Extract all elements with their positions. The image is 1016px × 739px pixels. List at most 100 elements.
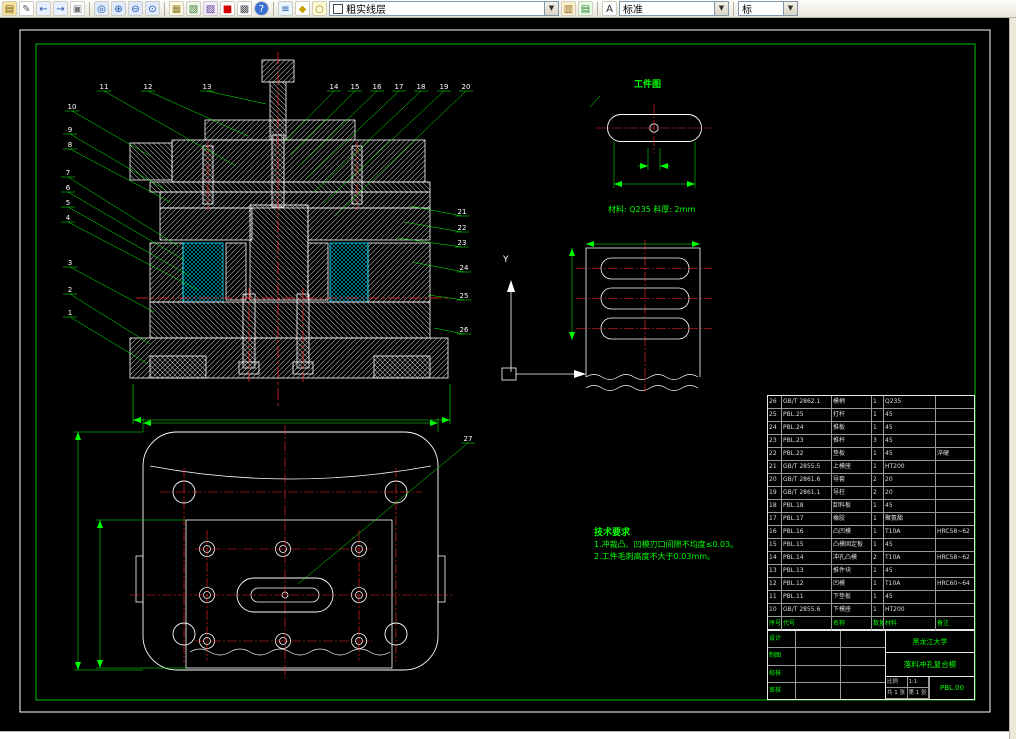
balloon-number-9: 9 — [68, 126, 72, 134]
parts-list-cell: HRC58~62 — [936, 526, 974, 538]
parts-list-cell: 2 — [872, 487, 884, 499]
balloon-number-10: 10 — [68, 103, 77, 111]
parts-list-cell: 45 — [884, 448, 936, 460]
parts-list-cell: 45 — [884, 539, 936, 551]
balloon-number-2: 2 — [68, 286, 72, 294]
parts-list-row: 16PBL.16凸凹模1T10AHRC58~62 — [768, 526, 974, 539]
layers-stack-icon[interactable]: ≡ — [278, 1, 293, 16]
parts-list-cell: 凸模固定板 — [832, 539, 872, 551]
parts-list-cell: 上模座 — [832, 461, 872, 473]
university-name: 黑龙江大学 — [886, 631, 974, 653]
balloon-number-17: 17 — [395, 83, 404, 91]
parts-list-cell: PBL.22 — [782, 448, 832, 460]
parts-list-cell — [936, 422, 974, 434]
paste-icon[interactable]: ▣ — [70, 1, 85, 16]
parts-list-cell: 名称 — [832, 617, 872, 631]
balloon-number-7: 7 — [66, 169, 70, 177]
edit-icon[interactable]: ✎ — [19, 1, 34, 16]
chevron-down-icon[interactable]: ▼ — [544, 2, 558, 15]
text-style-select[interactable]: 标准▼ — [619, 1, 729, 16]
chevron-down-icon[interactable]: ▼ — [783, 2, 797, 15]
tech-requirement-1: 1.冲裁凸、凹模刃口间隙不均度≤0.03。 — [594, 539, 738, 551]
parts-list-cell: PBL.14 — [782, 552, 832, 564]
parts-list-cell: PBL.24 — [782, 422, 832, 434]
erase-icon[interactable]: ■ — [220, 1, 235, 16]
parts-list-cell: PBL.11 — [782, 591, 832, 603]
zoom-window-icon[interactable]: ◎ — [94, 1, 109, 16]
parts-list-cell: 1 — [872, 526, 884, 538]
parts-list-cell: 淬硬 — [936, 448, 974, 460]
signature-label: 设计 — [768, 631, 796, 647]
parts-list-row: 15PBL.15凸模固定板145 — [768, 539, 974, 552]
layer-properties-icon[interactable]: ▦ — [169, 1, 184, 16]
workpiece-view — [590, 96, 713, 188]
layer-bulb-icon[interactable]: ○ — [312, 1, 327, 16]
parts-list-cell: 数量 — [872, 617, 884, 631]
parts-list-cell — [936, 487, 974, 499]
tech-requirements-title: 技术要求 — [594, 527, 738, 539]
block-icon[interactable]: ▨ — [203, 1, 218, 16]
parts-list-cell: 1 — [872, 396, 884, 408]
zoom-out-icon[interactable]: ⊖ — [128, 1, 143, 16]
parts-list-cell: 15 — [768, 539, 782, 551]
parts-list-cell — [936, 396, 974, 408]
drawing-title: 落料冲孔复合模 — [886, 653, 974, 677]
parts-list-cell: 代号 — [782, 617, 832, 631]
balloon-number-4: 4 — [66, 214, 70, 222]
parts-list-cell: 聚氨酯 — [884, 513, 936, 525]
parts-list-cell: 1 — [872, 409, 884, 421]
balloon-number-26: 26 — [460, 326, 469, 334]
layer-select[interactable]: 粗实线层▼ — [329, 1, 559, 16]
table-icon[interactable]: ▩ — [237, 1, 252, 16]
parts-list-cell: 14 — [768, 552, 782, 564]
parts-list-cell: 22 — [768, 448, 782, 460]
parts-list-cell: 45 — [884, 500, 936, 512]
signature-date-cell — [841, 683, 886, 699]
help-icon[interactable]: ? — [254, 1, 269, 16]
parts-list-cell — [936, 565, 974, 577]
signature-date-cell — [841, 666, 886, 682]
signature-name-cell — [796, 666, 841, 682]
parts-list-cell: 1 — [872, 604, 884, 616]
zoom-in-icon[interactable]: ⊕ — [111, 1, 126, 16]
balloon-number-8: 8 — [68, 141, 72, 149]
parts-list-cell: GB/T 2855.6 — [782, 604, 832, 616]
undo-icon[interactable]: ← — [36, 1, 51, 16]
parts-list-cell: Q235 — [884, 396, 936, 408]
dim-style-select[interactable]: 标▼ — [738, 1, 798, 16]
text-style-icon[interactable]: A — [602, 1, 617, 16]
scale-value: 1:1 — [908, 677, 930, 688]
signature-name-cell — [796, 683, 841, 699]
toolbar-separator — [89, 2, 90, 16]
strip-layout-view — [572, 240, 712, 392]
open-file-icon[interactable]: ▤ — [2, 1, 17, 16]
signature-label: 制图 — [768, 648, 796, 664]
parts-list-cell: 20 — [884, 487, 936, 499]
axis-y-label: Y — [503, 255, 509, 265]
parts-list-cell: 橡胶 — [832, 513, 872, 525]
parts-list-cell: 卸料板 — [832, 500, 872, 512]
layer-previous-icon[interactable]: ▤ — [578, 1, 593, 16]
parts-list-cell: 24 — [768, 422, 782, 434]
parts-list-cell: 21 — [768, 461, 782, 473]
balloon-number-15: 15 — [351, 83, 360, 91]
parts-list-row: 26GB/T 2862.1模柄1Q235 — [768, 396, 974, 409]
signature-label: 审核 — [768, 683, 796, 699]
chevron-down-icon[interactable]: ▼ — [714, 2, 728, 15]
parts-list-cell: 2 — [872, 474, 884, 486]
parts-list-cell: 45 — [884, 409, 936, 421]
balloon-number-21: 21 — [458, 208, 467, 216]
parts-list-cell: 导套 — [832, 474, 872, 486]
parts-list-row: 22PBL.22垫板145淬硬 — [768, 448, 974, 461]
parts-list-row: 12PBL.12凹模1T10AHRC60~64 — [768, 578, 974, 591]
parts-list-cell: 冲孔凸模 — [832, 552, 872, 564]
redo-icon[interactable]: → — [53, 1, 68, 16]
parts-list-row: 13PBL.13推件块145 — [768, 565, 974, 578]
balloon-number-27: 27 — [464, 435, 473, 443]
parts-list-cell: T10A — [884, 526, 936, 538]
layer-flag-icon[interactable]: ◆ — [295, 1, 310, 16]
parts-list-cell: HT200 — [884, 604, 936, 616]
layer-states-icon[interactable]: ▧ — [186, 1, 201, 16]
match-properties-icon[interactable]: ▥ — [561, 1, 576, 16]
zoom-extents-icon[interactable]: ⊙ — [145, 1, 160, 16]
